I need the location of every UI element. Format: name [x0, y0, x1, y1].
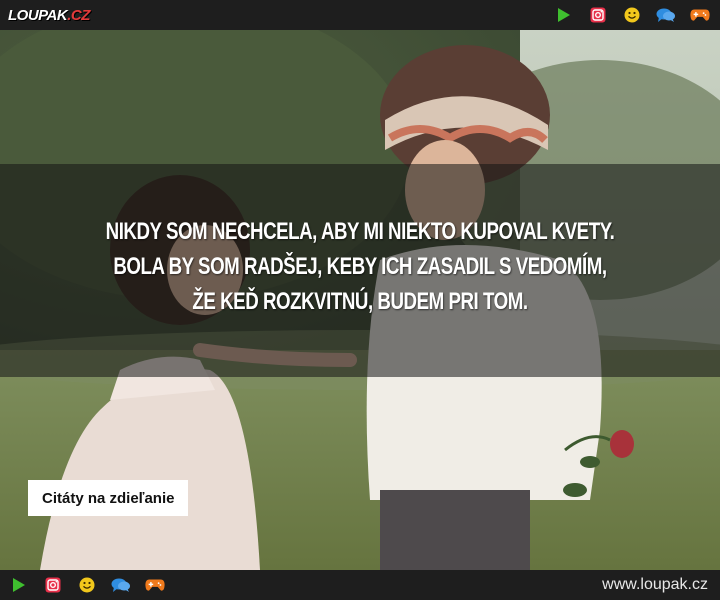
play-icon[interactable] — [554, 5, 574, 25]
gamepad-icon[interactable] — [145, 575, 165, 595]
gamepad-icon[interactable] — [690, 5, 710, 25]
instagram-icon[interactable] — [43, 575, 63, 595]
quote-line-2: BOLA BY SOM RADŠEJ, KEBY ICH ZASADIL S V… — [113, 253, 607, 280]
site-url[interactable]: www.loupak.cz — [602, 576, 708, 594]
instagram-icon[interactable] — [588, 5, 608, 25]
chat-icon[interactable] — [656, 5, 676, 25]
quote-text: NIKDY SOM NECHCELA, ABY MI NIEKTO KUPOVA… — [79, 214, 641, 319]
smiley-icon[interactable] — [622, 5, 642, 25]
top-bar: LOUPAK.CZ — [0, 0, 720, 30]
category-tag[interactable]: Citáty na zdieľanie — [28, 480, 189, 516]
play-icon[interactable] — [9, 575, 29, 595]
logo-tld: .CZ — [67, 6, 90, 24]
top-icon-group — [554, 5, 710, 25]
chat-icon[interactable] — [111, 575, 131, 595]
quote-line-1: NIKDY SOM NECHCELA, ABY MI NIEKTO KUPOVA… — [105, 218, 615, 245]
quote-line-3: ŽE KEĎ ROZKVITNÚ, BUDEM PRI TOM. — [192, 288, 528, 315]
site-logo[interactable]: LOUPAK.CZ — [8, 7, 90, 24]
bottom-icon-group — [9, 575, 165, 595]
logo-main: LOUPAK — [8, 6, 68, 24]
bottom-bar: www.loupak.cz — [0, 570, 720, 600]
smiley-icon[interactable] — [77, 575, 97, 595]
